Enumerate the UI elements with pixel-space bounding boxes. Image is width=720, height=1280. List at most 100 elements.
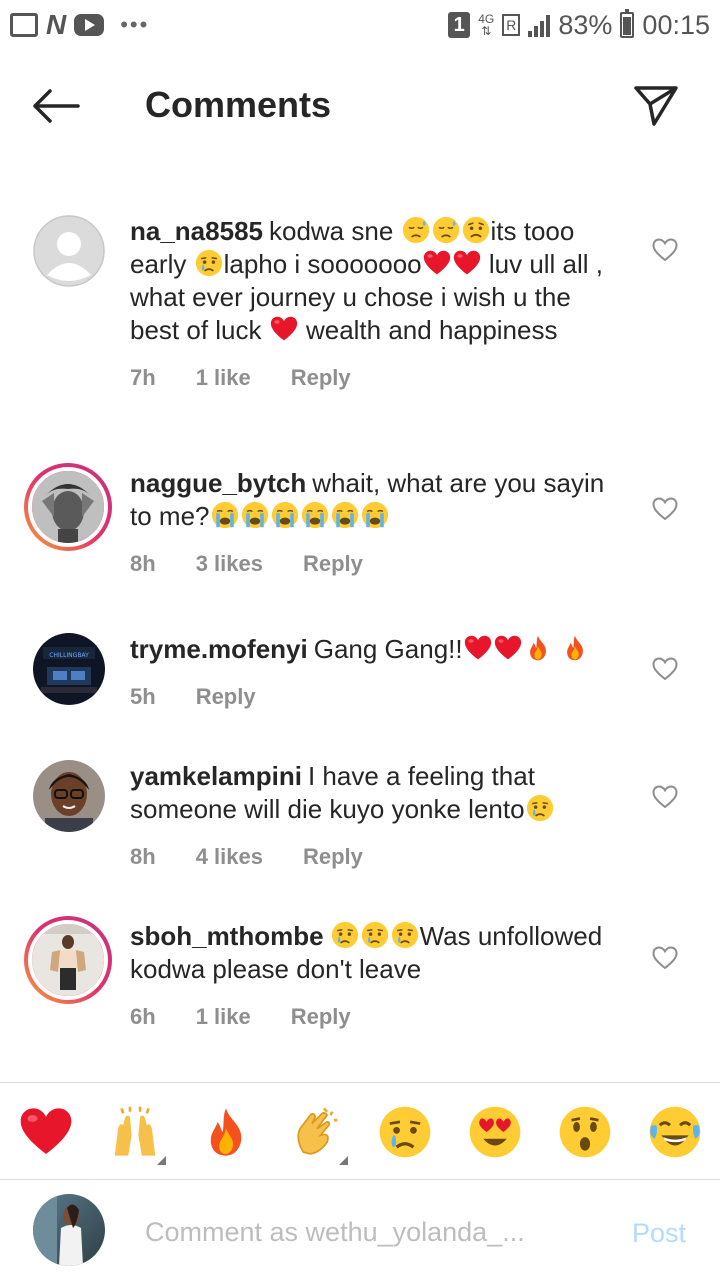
comment-text-segment: Gang Gang!! <box>313 634 463 664</box>
loud-cry-emoji-icon <box>241 501 269 529</box>
comment-likes-count[interactable]: 1 like <box>196 365 251 391</box>
crying-emoji-icon <box>391 921 419 949</box>
heart-emoji-icon <box>464 634 492 662</box>
share-button[interactable] <box>630 80 682 132</box>
network-type: 4G ⇅ <box>478 12 495 38</box>
n-app-notification-icon: N <box>46 9 67 40</box>
comment-meta: 8h 3 likes Reply <box>130 551 610 577</box>
tears-of-joy-reaction[interactable] <box>648 1105 702 1159</box>
comment-item: CHILLINGBAY tryme.mofenyi Gang Gang!! 5h Re… <box>0 633 720 710</box>
crying-face-reaction[interactable] <box>378 1105 432 1159</box>
comment-body: na_na8585 kodwa sne its tooo early lapho … <box>130 215 610 347</box>
heart-reaction[interactable] <box>19 1105 73 1159</box>
clapping-hands-reaction[interactable] <box>290 1105 348 1165</box>
heart-eyes-icon <box>469 1106 521 1158</box>
reply-button[interactable]: Reply <box>303 551 363 577</box>
crying-emoji-icon <box>195 249 223 277</box>
comment-likes-count[interactable]: 3 likes <box>196 551 263 577</box>
comment-timestamp: 8h <box>130 844 156 869</box>
comment-body: naggue_bytch whait, what are you sayin to… <box>130 467 610 533</box>
fire-emoji-icon <box>561 634 589 662</box>
like-comment-button[interactable] <box>652 657 678 681</box>
like-comment-button[interactable] <box>652 785 678 809</box>
comment-composer: Post <box>0 1180 720 1280</box>
heart-eyes-reaction[interactable] <box>468 1105 522 1159</box>
heart-emoji-icon <box>270 315 298 343</box>
heart-outline-icon <box>652 497 678 521</box>
comment-username[interactable]: yamkelampini <box>130 761 302 791</box>
commenter-avatar[interactable]: CHILLINGBAY <box>33 633 105 705</box>
heart-emoji-icon <box>494 634 522 662</box>
comment-timestamp: 8h <box>130 551 156 576</box>
comment-body: tryme.mofenyi Gang Gang!! <box>130 633 610 666</box>
heart-outline-icon <box>652 657 678 681</box>
status-bar: N ••• 1 4G ⇅ R 83% 00:15 <box>0 0 720 50</box>
comment-meta: 8h 4 likes Reply <box>130 844 610 870</box>
loud-cry-emoji-icon <box>361 501 389 529</box>
commenter-avatar[interactable] <box>24 463 112 551</box>
roaming-icon: R <box>502 14 521 36</box>
skin-tone-indicator-icon <box>157 1156 166 1165</box>
comment-item: naggue_bytch whait, what are you sayin to… <box>0 463 720 577</box>
comment-body: sboh_mthombe Was unfollowed kodwa please … <box>130 920 610 986</box>
reply-button[interactable]: Reply <box>291 365 351 391</box>
comment-meta: 7h 1 like Reply <box>130 365 610 391</box>
comment-input[interactable] <box>145 1210 605 1254</box>
skin-tone-indicator-icon <box>339 1156 348 1165</box>
fire-icon <box>210 1108 242 1156</box>
gallery-notification-icon <box>10 13 38 37</box>
crying-emoji-icon <box>331 921 359 949</box>
fire-reaction[interactable] <box>199 1105 253 1159</box>
comment-username[interactable]: sboh_mthombe <box>130 921 324 951</box>
fire-emoji-icon <box>524 634 552 662</box>
post-button[interactable]: Post <box>632 1218 686 1249</box>
arrow-left-icon <box>33 89 80 123</box>
comment-likes-count[interactable]: 1 like <box>196 1004 251 1030</box>
crying-emoji-icon <box>361 921 389 949</box>
comment-timestamp: 5h <box>130 684 156 709</box>
comment-likes-count[interactable]: 4 likes <box>196 844 263 870</box>
like-comment-button[interactable] <box>652 238 678 262</box>
comment-meta: 6h 1 like Reply <box>130 1004 610 1030</box>
sad-sweat-emoji-icon <box>402 216 430 244</box>
crying-icon <box>379 1106 431 1158</box>
heart-icon <box>20 1108 72 1154</box>
clap-icon <box>297 1107 338 1155</box>
comment-username[interactable]: na_na8585 <box>130 216 263 246</box>
heart-emoji-icon <box>453 249 481 277</box>
loud-cry-emoji-icon <box>331 501 359 529</box>
heart-outline-icon <box>652 946 678 970</box>
quick-reactions-bar <box>0 1082 720 1180</box>
comment-item: yamkelampini I have a feeling that someon… <box>0 760 720 870</box>
surprised-face-reaction[interactable] <box>558 1105 612 1159</box>
reply-button[interactable]: Reply <box>303 844 363 870</box>
reply-button[interactable]: Reply <box>291 1004 351 1030</box>
video-notification-icon <box>74 14 105 36</box>
comment-timestamp: 6h <box>130 1004 156 1029</box>
comment-username[interactable]: tryme.mofenyi <box>130 634 308 664</box>
raised-hands-reaction[interactable] <box>108 1105 166 1165</box>
comment-meta: 5h Reply <box>130 684 610 710</box>
reply-button[interactable]: Reply <box>196 684 256 710</box>
battery-icon <box>620 9 635 38</box>
page-title: Comments <box>145 84 332 125</box>
comment-item: na_na8585 kodwa sne its tooo early lapho … <box>0 215 720 391</box>
like-comment-button[interactable] <box>652 497 678 521</box>
raised-hands-icon <box>114 1106 156 1156</box>
heart-outline-icon <box>652 238 678 262</box>
back-button[interactable] <box>30 86 82 126</box>
comment-username[interactable]: naggue_bytch <box>130 468 306 498</box>
worried-emoji-icon <box>462 216 490 244</box>
like-comment-button[interactable] <box>652 946 678 970</box>
joy-icon <box>649 1106 701 1158</box>
commenter-avatar[interactable] <box>33 760 105 832</box>
battery-percent: 83% <box>558 9 613 40</box>
comment-body: yamkelampini I have a feeling that someon… <box>130 760 610 826</box>
commenter-avatar[interactable] <box>33 215 105 287</box>
current-user-avatar <box>33 1194 105 1266</box>
comment-timestamp: 7h <box>130 365 156 390</box>
commenter-avatar[interactable] <box>24 916 112 1004</box>
loud-cry-emoji-icon <box>301 501 329 529</box>
surprised-icon <box>559 1106 611 1158</box>
comment-item: sboh_mthombe Was unfollowed kodwa please … <box>0 916 720 1030</box>
